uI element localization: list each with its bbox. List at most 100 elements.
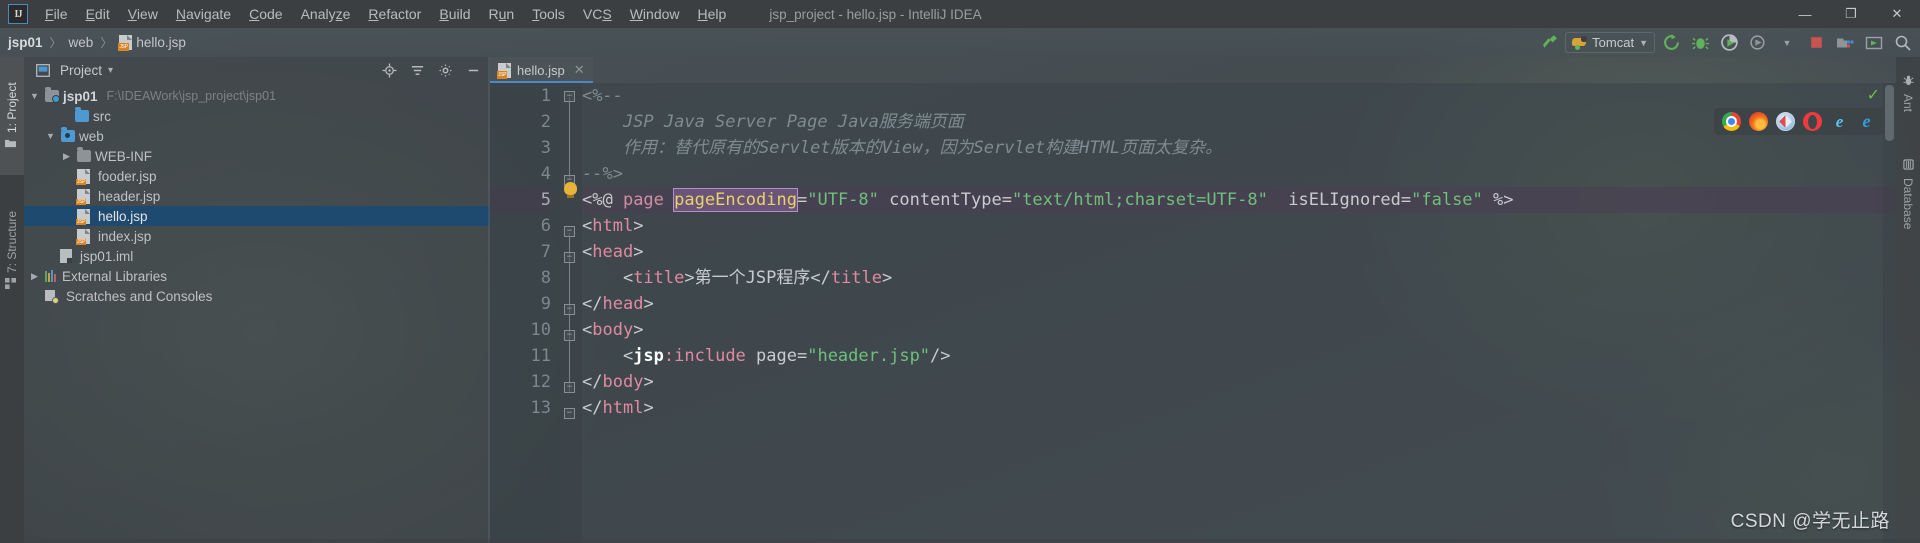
code-line-11: <jsp:include page="header.jsp"/> — [582, 346, 951, 366]
menu-code[interactable]: Code — [240, 3, 291, 25]
run-configuration-selector[interactable]: Tomcat ▼ — [1565, 32, 1655, 53]
menu-refactor[interactable]: Refactor — [359, 3, 430, 25]
firefox-icon[interactable] — [1749, 112, 1768, 131]
fold-body-end-icon[interactable]: − — [564, 382, 575, 393]
stop-icon[interactable] — [1803, 32, 1829, 54]
folder-icon — [77, 147, 91, 162]
opera-icon[interactable] — [1803, 112, 1822, 131]
menu-file[interactable]: FFileile — [36, 3, 77, 25]
tree-item-header-jsp[interactable]: header.jsp — [24, 186, 490, 206]
breadcrumb-folder[interactable]: web — [69, 35, 94, 50]
database-icon — [1902, 159, 1914, 173]
tree-item-scratches-and-consoles[interactable]: Scratches and Consoles — [24, 286, 490, 306]
fold-head-icon[interactable]: − — [564, 252, 575, 263]
menu-build[interactable]: Build — [430, 3, 479, 25]
code-line-1: <%-- — [582, 86, 623, 106]
fold-head-end-icon[interactable]: − — [564, 304, 575, 315]
scrollbar-thumb[interactable] — [1885, 85, 1894, 141]
close-icon[interactable]: ✕ — [1874, 0, 1920, 28]
project-panel-title: Project — [60, 63, 103, 78]
tree-item-label: fooder.jsp — [98, 168, 157, 184]
editor-tab-label: hello.jsp — [517, 62, 565, 78]
breadcrumb-file[interactable]: hello.jsp — [136, 35, 186, 50]
fold-html-end-icon[interactable]: − — [564, 408, 575, 419]
status-bar — [0, 539, 1920, 543]
intellij-logo-icon: IJ — [8, 4, 28, 24]
line-number: 11 — [530, 346, 551, 366]
structure-icon — [5, 278, 18, 290]
project-tree: ▼ jsp01 F:\IDEAWork\jsp_project\jsp01 ▶ … — [24, 84, 490, 306]
edge-icon[interactable]: e — [1857, 112, 1876, 131]
tree-item-index-jsp[interactable]: index.jsp — [24, 226, 490, 246]
hide-minimize-icon[interactable] — [462, 60, 484, 82]
locate-target-icon[interactable] — [378, 60, 400, 82]
editor-tab-strip: hello.jsp ✕ — [490, 57, 1896, 83]
sidebar-item-structure[interactable]: 7: Structure — [0, 185, 24, 315]
menu-navigate[interactable]: Navigate — [167, 3, 240, 25]
tree-item-external-libraries[interactable]: ▶ External Libraries — [24, 266, 490, 286]
line-number: 7 — [540, 242, 551, 262]
editor-scrollbar[interactable]: ✓ — [1867, 83, 1896, 543]
tree-item-src[interactable]: ▶ src — [24, 106, 490, 126]
menu-tools[interactable]: Tools — [523, 3, 574, 25]
rerun-icon[interactable] — [1658, 32, 1684, 54]
project-structure-icon[interactable] — [1832, 32, 1858, 54]
line-number-gutter: 1 2 3 4 5 6 7 8 9 10 11 12 13 — [490, 83, 560, 543]
expand-arrow-icon[interactable]: ▼ — [28, 91, 41, 101]
close-icon[interactable]: ✕ — [574, 62, 585, 78]
sidebar-item-database-label: Database — [1901, 177, 1915, 230]
tree-item-jsp01-iml[interactable]: jsp01.iml — [24, 246, 490, 266]
update-app-icon[interactable] — [1861, 32, 1887, 54]
internet-explorer-icon[interactable]: e — [1830, 112, 1849, 131]
fold-body-icon[interactable]: − — [564, 330, 575, 341]
menu-help[interactable]: Help — [689, 3, 736, 25]
tree-item-web-inf[interactable]: ▶ WEB-INF — [24, 146, 490, 166]
source-folder-icon — [75, 107, 89, 122]
fold-html-icon[interactable]: − — [564, 226, 575, 237]
sidebar-item-database[interactable]: Database — [1896, 139, 1920, 249]
debug-bug-icon[interactable] — [1687, 32, 1713, 54]
tree-item-label: web — [79, 128, 104, 144]
expand-arrow-icon[interactable]: ▶ — [28, 271, 41, 282]
menu-edit[interactable]: Edit — [77, 3, 119, 25]
menu-vcs[interactable]: VCS — [574, 3, 621, 25]
project-tool-window: Project ▾ ▼ jsp01 F:\IDEAWork\jsp_projec… — [24, 57, 490, 543]
code-line-12: </body> — [582, 372, 654, 392]
chevron-down-icon[interactable]: ▾ — [108, 65, 113, 76]
safari-icon[interactable] — [1776, 112, 1795, 131]
project-panel-header: Project ▾ — [24, 57, 490, 84]
collapse-all-icon[interactable] — [406, 60, 428, 82]
run-with-coverage-icon[interactable] — [1716, 32, 1742, 54]
profile-icon[interactable] — [1745, 32, 1771, 54]
hammer-build-icon[interactable] — [1536, 32, 1562, 54]
tree-item-label: jsp01 — [63, 88, 98, 104]
tab-hello-jsp[interactable]: hello.jsp ✕ — [490, 57, 593, 83]
menu-window[interactable]: Window — [621, 3, 689, 25]
search-everywhere-icon[interactable] — [1890, 32, 1916, 54]
code-line-8: <title>第一个JSP程序</title> — [582, 268, 893, 288]
menu-run[interactable]: Run — [480, 3, 524, 25]
chevron-down-icon[interactable]: ▼ — [1774, 32, 1800, 54]
code-folding-gutter[interactable]: − − − − − − − − — [560, 83, 582, 543]
intention-bulb-icon[interactable] — [564, 182, 577, 198]
chrome-icon[interactable] — [1722, 112, 1741, 131]
expand-arrow-icon[interactable]: ▶ — [60, 151, 73, 162]
tree-item-web[interactable]: ▼ web — [24, 126, 490, 146]
code-editor[interactable]: 1 2 3 4 5 6 7 8 9 10 11 12 13 − − − − − … — [490, 83, 1896, 543]
sidebar-item-ant[interactable]: Ant — [1896, 63, 1920, 125]
code-text[interactable]: <%-- JSP Java Server Page Java服务端页面 作用：替… — [582, 83, 1896, 543]
gear-icon[interactable] — [434, 60, 456, 82]
sidebar-item-project[interactable]: 1: Project — [0, 57, 24, 175]
minimize-icon[interactable]: — — [1782, 0, 1828, 28]
menu-view[interactable]: View — [119, 3, 167, 25]
expand-arrow-icon[interactable]: ▼ — [44, 131, 57, 141]
fold-comment-icon[interactable]: − — [564, 91, 575, 102]
breadcrumb-project[interactable]: jsp01 — [8, 35, 43, 50]
sidebar-item-ant-label: Ant — [1901, 94, 1915, 113]
maximize-icon[interactable]: ❐ — [1828, 0, 1874, 28]
tree-item-jsp01[interactable]: ▼ jsp01 F:\IDEAWork\jsp_project\jsp01 — [24, 86, 490, 106]
tree-item-hello-jsp[interactable]: hello.jsp — [24, 206, 490, 226]
code-line-4: --%> — [582, 164, 623, 184]
menu-analyze[interactable]: Analyze — [292, 3, 360, 25]
tree-item-fooder-jsp[interactable]: fooder.jsp — [24, 166, 490, 186]
